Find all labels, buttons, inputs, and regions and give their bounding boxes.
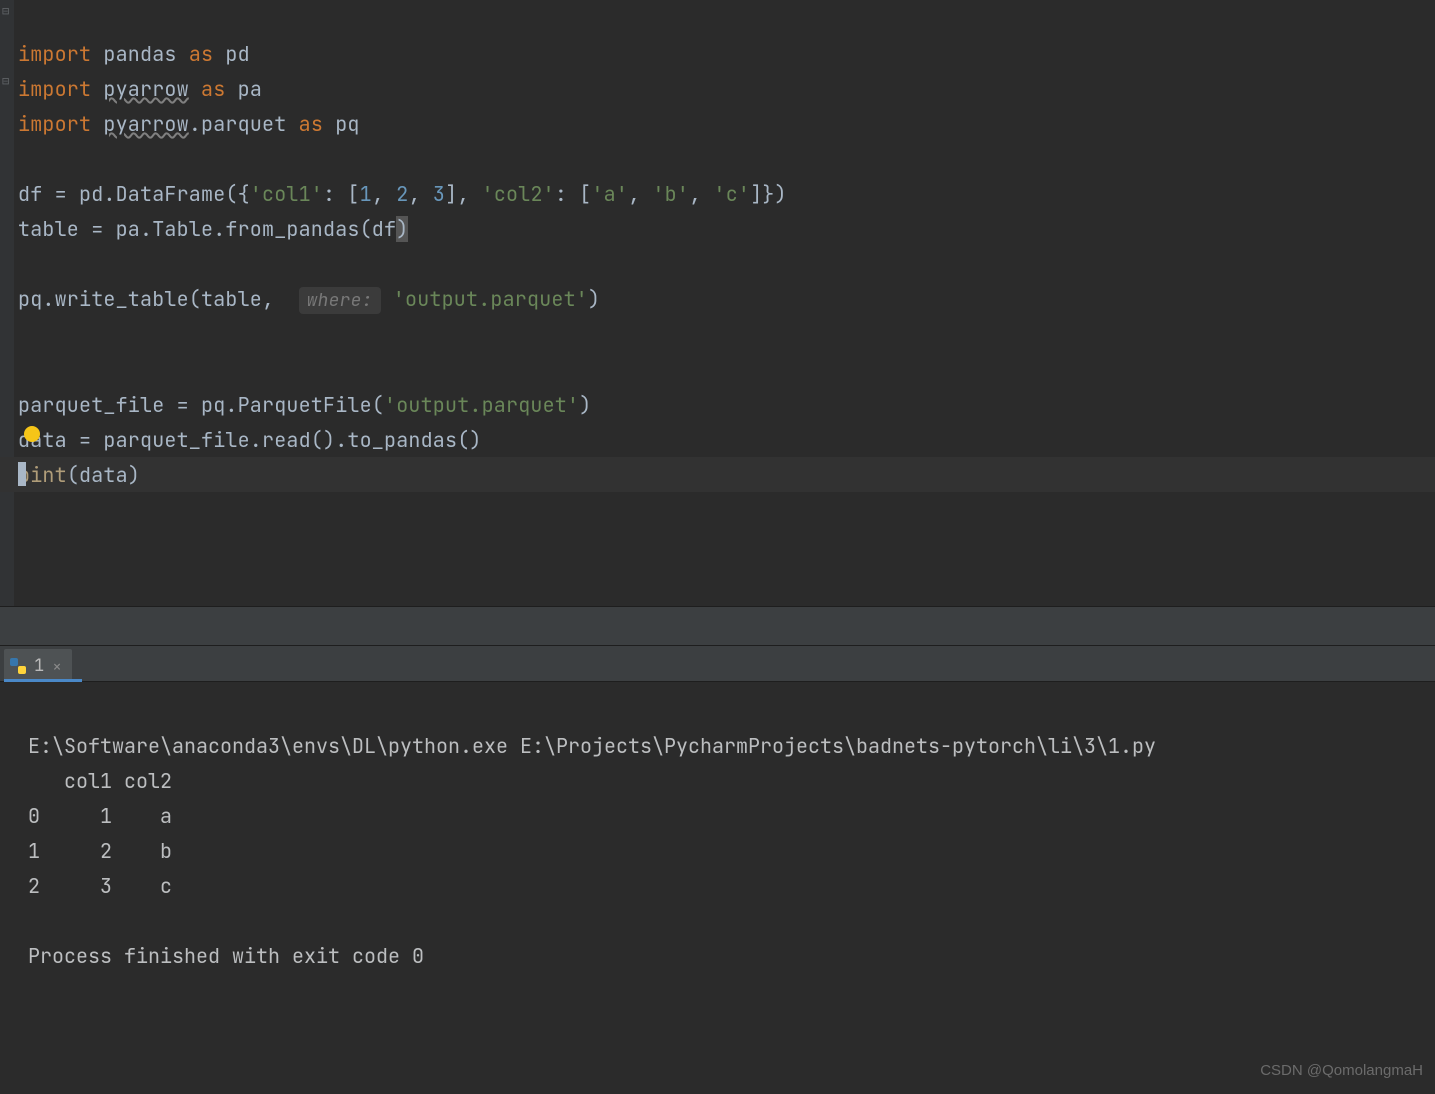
console-output-row: 2 3 c [28, 873, 172, 899]
console-output-row: 0 1 a [28, 803, 172, 829]
tab-label: 1 [34, 655, 44, 677]
alias-pq: pq [335, 111, 359, 137]
run-tab-bar: 1 × [0, 646, 1435, 682]
number: 1 [360, 181, 372, 207]
module-pandas: pandas [103, 41, 176, 67]
code-text: table = pa.Table.from_pandas(df [18, 216, 396, 242]
matched-paren: ) [396, 216, 408, 242]
watermark: CSDN @QomolangmaH [1260, 1053, 1423, 1088]
number: 3 [433, 181, 445, 207]
number: 2 [396, 181, 408, 207]
keyword-import: import [18, 41, 91, 67]
string-literal: 'output.parquet' [384, 392, 579, 418]
alias-pd: pd [225, 41, 249, 67]
console-output-header: col1 col2 [28, 768, 172, 794]
string-literal: 'col1' [250, 181, 323, 207]
keyword-as: as [189, 41, 213, 67]
keyword-as: as [299, 111, 323, 137]
string-literal: 'b' [652, 181, 689, 207]
console-output-row: 1 2 b [28, 838, 172, 864]
python-icon [10, 658, 26, 674]
parameter-hint: where: [299, 287, 381, 314]
alias-pa: pa [238, 76, 262, 102]
keyword-import: import [18, 76, 91, 102]
string-literal: 'a' [591, 181, 628, 207]
text-caret [18, 462, 26, 486]
code-text: parquet_file = pq.ParquetFile( [18, 392, 384, 418]
keyword-import: import [18, 111, 91, 137]
code-editor[interactable]: ⊟ ⊟ import pandas as pd import pyarrow a… [0, 0, 1435, 606]
code-text: data = parquet_file.read().to_pandas() [18, 427, 482, 453]
code-content[interactable]: import pandas as pd import pyarrow as pa… [18, 2, 787, 528]
keyword-as: as [201, 76, 225, 102]
fold-marker-icon[interactable]: ⊟ [2, 6, 12, 16]
pane-divider[interactable] [0, 606, 1435, 646]
gutter: ⊟ ⊟ [0, 0, 14, 606]
intention-bulb-icon[interactable] [24, 426, 40, 442]
run-config-tab[interactable]: 1 × [4, 649, 72, 681]
string-literal: 'col2' [482, 181, 555, 207]
close-icon[interactable]: × [52, 656, 62, 677]
string-literal: 'c' [714, 181, 751, 207]
module-pyarrow: pyarrow [103, 111, 188, 137]
string-literal: 'output.parquet' [393, 286, 588, 312]
code-text: pq.write_table(table, [18, 286, 286, 312]
code-text: df = pd.DataFrame({ [18, 181, 250, 207]
attr-parquet: parquet [201, 111, 286, 137]
console-exit-line: Process finished with exit code 0 [28, 943, 424, 969]
console-command: E:\Software\anaconda3\envs\DL\python.exe… [28, 733, 1156, 759]
module-pyarrow: pyarrow [103, 76, 188, 102]
run-console[interactable]: E:\Software\anaconda3\envs\DL\python.exe… [0, 682, 1435, 1094]
fold-marker-icon[interactable]: ⊟ [2, 76, 12, 86]
